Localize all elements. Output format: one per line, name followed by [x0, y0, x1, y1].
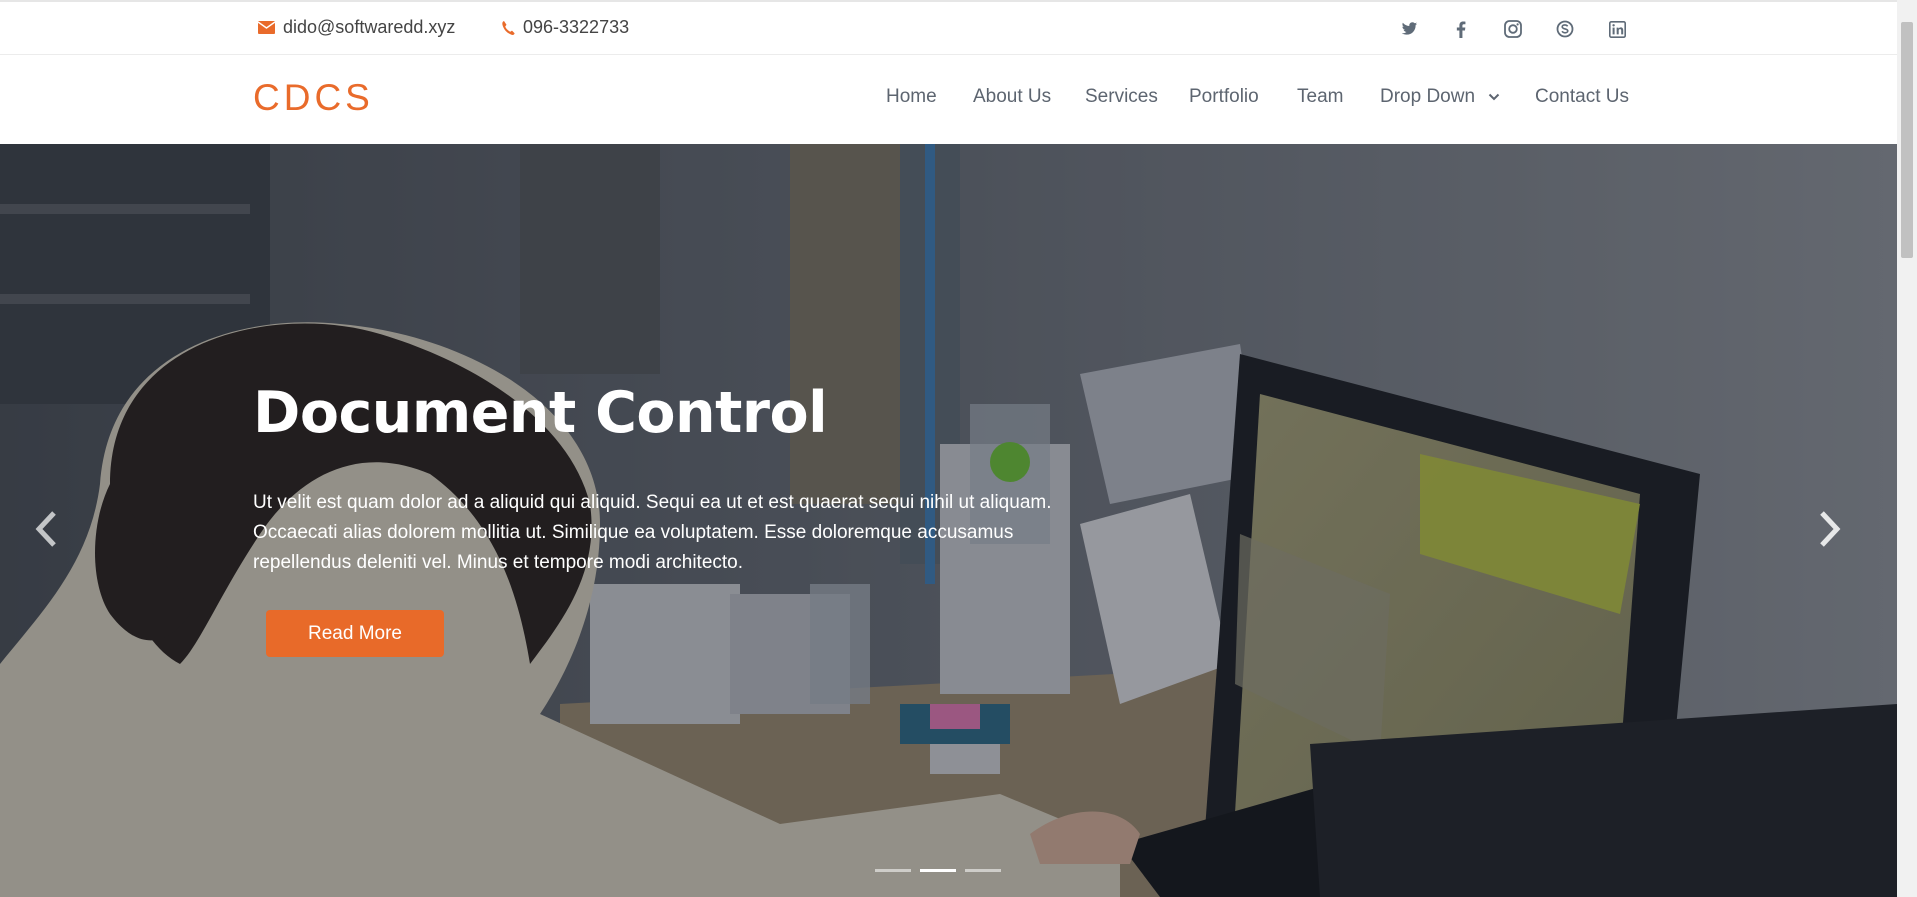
hero-title: Document Control: [253, 380, 828, 446]
hero-carousel: Document Control Ut velit est quam dolor…: [0, 144, 1897, 897]
nav-about-us[interactable]: About Us: [973, 86, 1051, 108]
site-logo[interactable]: CDCS: [253, 77, 374, 119]
chevron-right-icon: [1820, 511, 1841, 547]
carousel-next-button[interactable]: [1810, 499, 1850, 559]
nav-portfolio[interactable]: Portfolio: [1189, 86, 1259, 108]
read-more-button[interactable]: Read More: [266, 610, 444, 657]
email-contact[interactable]: dido@softwaredd.xyz: [258, 17, 455, 38]
chevron-down-icon: [1489, 93, 1500, 101]
hero-description: Ut velit est quam dolor ad a aliquid qui…: [253, 492, 1052, 573]
phone-text: 096-3322733: [523, 17, 630, 37]
nav-services[interactable]: Services: [1085, 86, 1158, 108]
phone-icon: [502, 20, 515, 35]
chevron-left-icon: [35, 511, 56, 547]
instagram-icon[interactable]: [1502, 18, 1524, 40]
nav-drop-down-label: Drop Down: [1380, 86, 1476, 107]
carousel-indicator-1[interactable]: [875, 869, 911, 872]
scrollbar-thumb[interactable]: [1901, 22, 1913, 258]
twitter-icon[interactable]: [1398, 18, 1420, 40]
nav-drop-down[interactable]: Drop Down: [1380, 86, 1500, 108]
carousel-indicator-3[interactable]: [965, 869, 1001, 872]
carousel-indicator-2[interactable]: [920, 869, 956, 872]
nav-team[interactable]: Team: [1297, 86, 1343, 108]
carousel-prev-button[interactable]: [26, 499, 66, 559]
nav-home[interactable]: Home: [886, 86, 937, 108]
skype-icon[interactable]: [1554, 18, 1576, 40]
email-text: dido@softwaredd.xyz: [283, 17, 456, 37]
main-navbar: CDCS Home About Us Services Portfolio Te…: [0, 55, 1897, 144]
page-scrollbar[interactable]: [1897, 0, 1917, 897]
top-bar: dido@softwaredd.xyz 096-3322733: [0, 0, 1897, 55]
nav-contact-us[interactable]: Contact Us: [1535, 86, 1629, 108]
linkedin-icon[interactable]: [1606, 18, 1628, 40]
facebook-icon[interactable]: [1450, 18, 1472, 40]
envelope-icon: [258, 21, 275, 34]
phone-contact[interactable]: 096-3322733: [501, 17, 629, 38]
